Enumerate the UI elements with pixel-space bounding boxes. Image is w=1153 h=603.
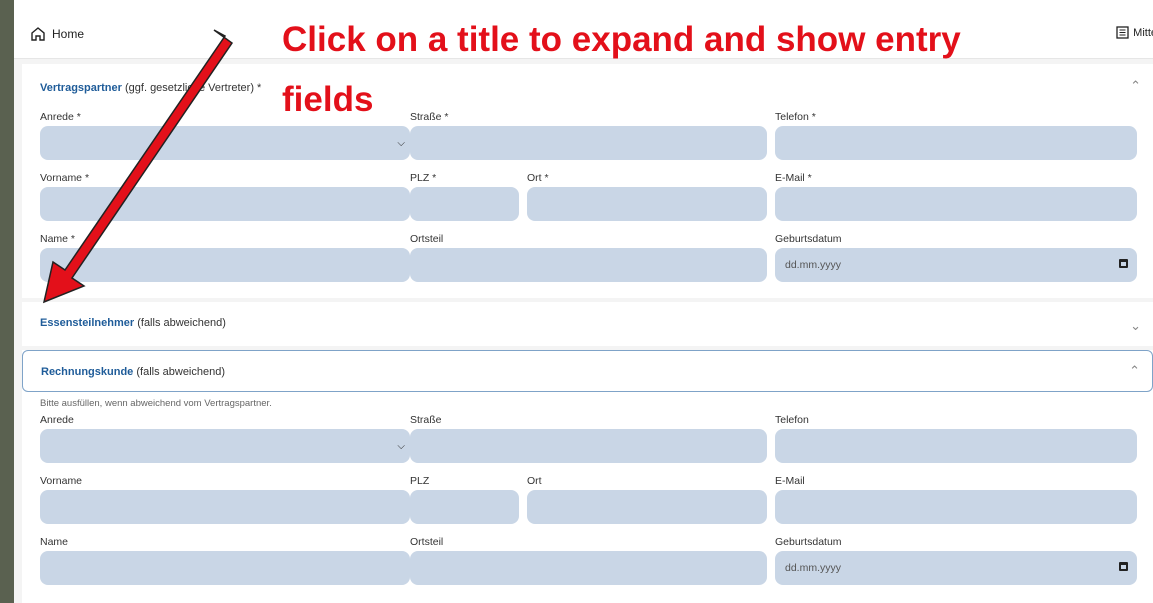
section-rechnungskunde-header[interactable]: Rechnungskunde (falls abweichend) ⌃ [22, 350, 1153, 392]
telefon-label: Telefon [775, 414, 809, 426]
telefon-input[interactable] [775, 429, 1137, 463]
ortsteil-input[interactable] [410, 248, 767, 282]
anrede-label: Anrede * [40, 111, 81, 123]
annotation-line-2: fields [282, 80, 374, 119]
calendar-icon[interactable] [1119, 562, 1128, 571]
anrede-label: Anrede [40, 414, 74, 426]
section-title: Vertragspartner [40, 82, 122, 94]
geburtsdatum-label: Geburtsdatum [775, 536, 842, 548]
section-vertragspartner-header[interactable]: Vertragspartner (ggf. gesetzliche Vertre… [40, 82, 261, 94]
section-essensteilnehmer[interactable]: Essensteilnehmer (falls abweichend) ⌄ [22, 302, 1153, 346]
date-placeholder: dd.mm.yyyy [785, 259, 842, 271]
ortsteil-input[interactable] [410, 551, 767, 585]
section-subtitle: (falls abweichend) [137, 317, 226, 329]
strasse-input[interactable] [410, 126, 767, 160]
geburtsdatum-input[interactable]: dd.mm.yyyy [775, 551, 1137, 585]
chevron-up-icon[interactable]: ⌃ [1129, 363, 1140, 379]
name-input[interactable] [40, 551, 410, 585]
ort-input[interactable] [527, 490, 767, 524]
ortsteil-label: Ortsteil [410, 536, 444, 548]
plz-input[interactable] [410, 187, 519, 221]
plz-input[interactable] [410, 490, 519, 524]
section-header-text: Rechnungskunde (falls abweichend) [41, 366, 225, 378]
document-icon [1116, 26, 1129, 39]
name-label: Name * [40, 233, 76, 245]
calendar-icon[interactable] [1119, 259, 1128, 268]
ort-input[interactable] [527, 187, 767, 221]
vorname-label: Vorname [40, 475, 83, 487]
section-title: Essensteilnehmer [40, 317, 135, 329]
chevron-down-icon: ⌵ [397, 138, 405, 149]
anrede-select[interactable]: ⌵ [40, 126, 410, 160]
ort-label: Ort * [527, 172, 549, 184]
plz-label: PLZ [410, 475, 430, 487]
chevron-down-icon: ⌵ [397, 441, 405, 452]
annotation-text: Click on a title to expand and show entr… [282, 10, 1102, 130]
email-label: E-Mail [775, 475, 805, 487]
section-subtitle: (falls abweichend) [136, 366, 226, 378]
vorname-input[interactable] [40, 187, 410, 221]
section-rechnungskunde: Rechnungskunde (falls abweichend) ⌃ Bitt… [22, 350, 1153, 603]
vorname-label: Vorname * [40, 172, 90, 184]
chevron-up-icon[interactable]: ⌃ [1130, 78, 1141, 94]
telefon-input[interactable] [775, 126, 1137, 160]
strasse-input[interactable] [410, 429, 767, 463]
name-label: Name [40, 536, 69, 548]
date-placeholder: dd.mm.yyyy [785, 562, 842, 574]
home-icon [31, 27, 45, 41]
section-subtitle: (ggf. gesetzliche Vertreter) * [125, 82, 262, 94]
plz-label: PLZ * [410, 172, 437, 184]
section-essensteilnehmer-header[interactable]: Essensteilnehmer (falls abweichend) [40, 317, 226, 329]
email-label: E-Mail * [775, 172, 812, 184]
chevron-down-icon[interactable]: ⌄ [1130, 318, 1141, 334]
email-input[interactable] [775, 490, 1137, 524]
annotation-line-1: Click on a title to expand and show entr… [282, 20, 961, 59]
ort-label: Ort [527, 475, 542, 487]
email-input[interactable] [775, 187, 1137, 221]
right-nav-link[interactable]: Mitte [1116, 26, 1153, 39]
geburtsdatum-label: Geburtsdatum [775, 233, 842, 245]
vorname-input[interactable] [40, 490, 410, 524]
name-input[interactable] [40, 248, 410, 282]
right-nav-label: Mitte [1133, 26, 1153, 39]
hint-text: Bitte ausfüllen, wenn abweichend vom Ver… [40, 398, 272, 409]
home-label: Home [52, 27, 85, 41]
strasse-label: Straße [410, 414, 442, 426]
geburtsdatum-input[interactable]: dd.mm.yyyy [775, 248, 1137, 282]
home-link[interactable]: Home [30, 26, 84, 42]
section-title: Rechnungskunde [41, 366, 134, 378]
ortsteil-label: Ortsteil [410, 233, 444, 245]
anrede-select[interactable]: ⌵ [40, 429, 410, 463]
